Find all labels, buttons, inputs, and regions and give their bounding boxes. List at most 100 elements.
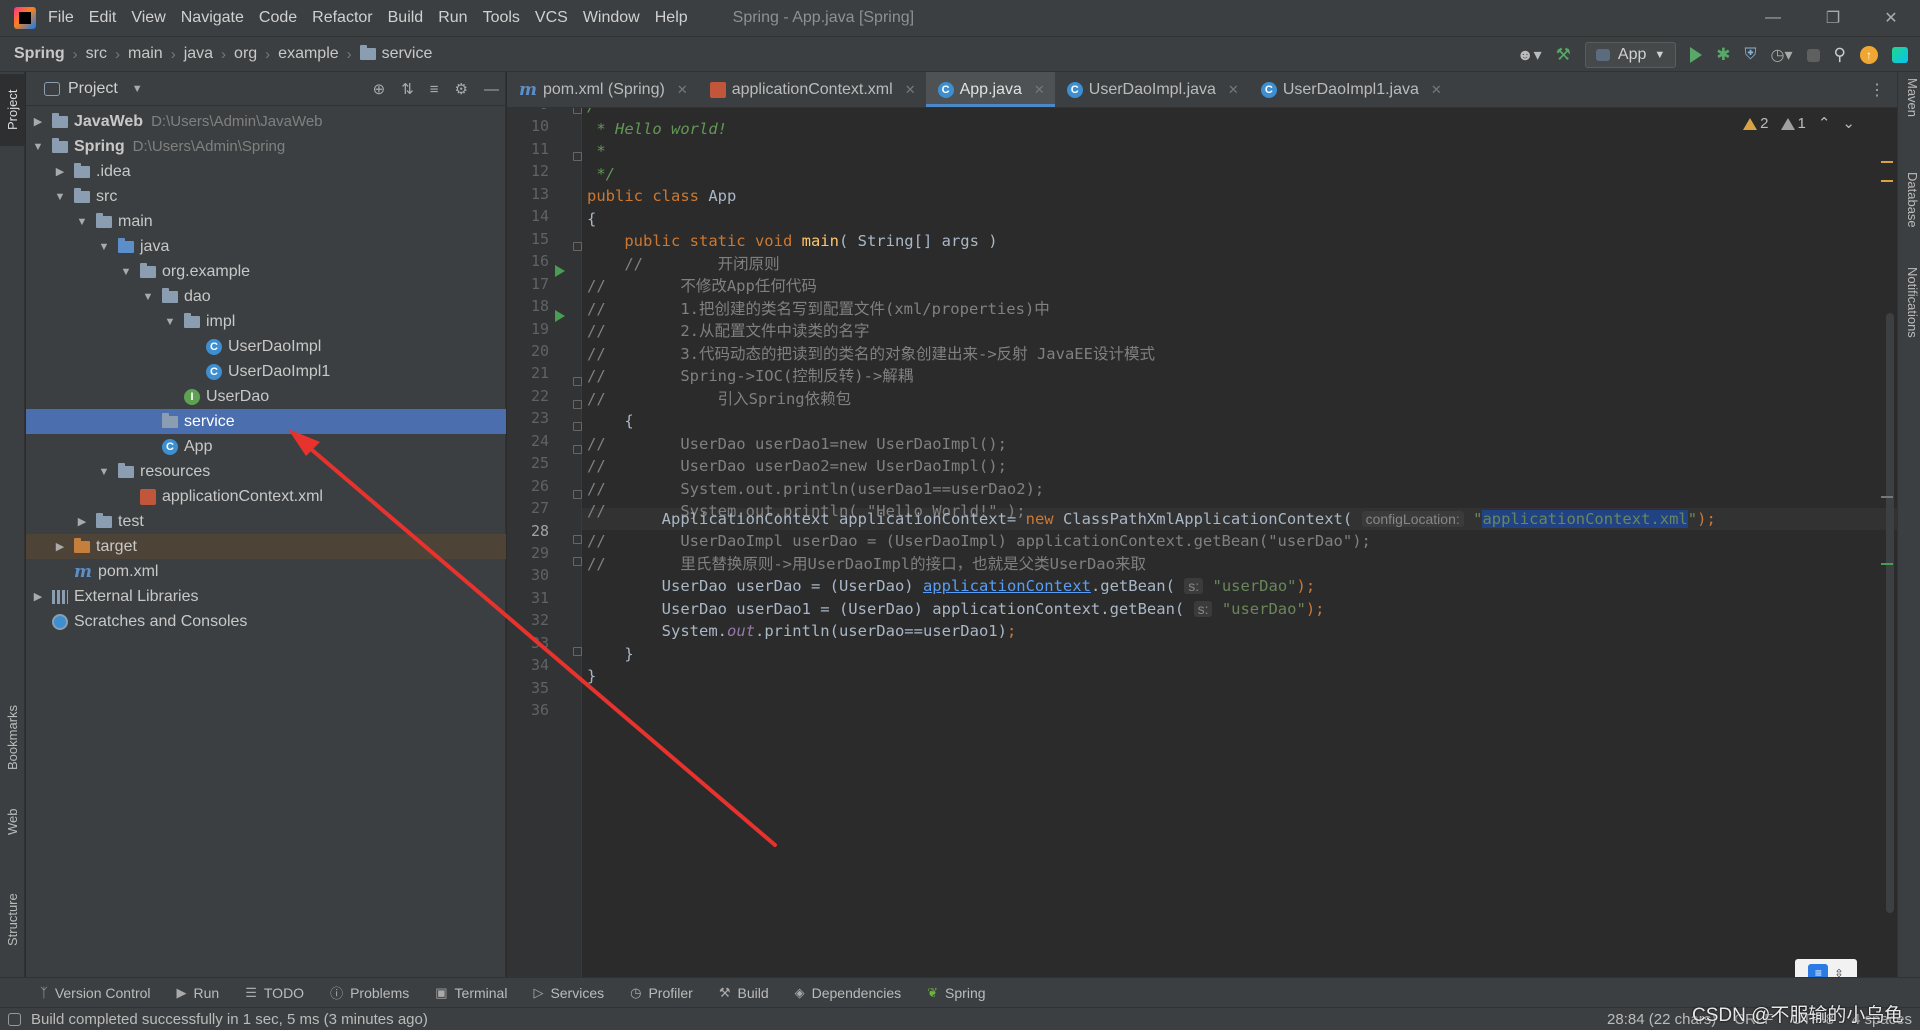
fold-icon[interactable] [573, 242, 582, 251]
maven-tool-tab[interactable]: Maven [1900, 78, 1920, 138]
version-control-tool[interactable]: ᛉ Version Control [40, 985, 151, 1001]
tree-item-applicationcontext-xml[interactable]: applicationContext.xml [26, 484, 506, 509]
menu-window[interactable]: Window [583, 9, 640, 27]
project-panel-title[interactable]: Project [68, 80, 118, 98]
services-tool[interactable]: ▷ Services [533, 985, 604, 1001]
close-tab-icon[interactable]: ✕ [1228, 82, 1239, 98]
tree-item-test[interactable]: ▶ test [26, 509, 506, 534]
menu-file[interactable]: File [48, 9, 74, 27]
minimize-icon[interactable]: — [1744, 0, 1802, 36]
fold-icon[interactable] [573, 445, 582, 454]
breadcrumb-service[interactable]: service [382, 45, 433, 63]
fold-icon[interactable] [573, 152, 582, 161]
warnings-count[interactable]: 2 [1743, 115, 1769, 132]
fold-icon[interactable] [573, 422, 582, 431]
chevron-right-icon[interactable]: ▶ [52, 540, 68, 553]
chevron-down-icon[interactable]: ▼ [52, 191, 68, 203]
hide-panel-icon[interactable]: — [484, 81, 499, 98]
tree-item-app[interactable]: C App [26, 434, 506, 459]
tree-item-pom-xml[interactable]: m pom.xml [26, 559, 506, 584]
chevron-down-icon[interactable]: ▼ [96, 241, 112, 253]
dependencies-tool[interactable]: ◈ Dependencies [795, 985, 902, 1001]
editor-scrollbar[interactable] [1879, 108, 1897, 977]
project-tool-tab[interactable]: Project [0, 74, 25, 146]
build-hammer-icon[interactable]: ⚒ [1556, 45, 1571, 65]
close-tab-icon[interactable]: ✕ [905, 82, 916, 98]
chevron-down-icon[interactable]: ▼ [30, 141, 46, 153]
fold-icon[interactable] [573, 557, 582, 566]
tree-item-java[interactable]: ▼ java [26, 234, 506, 259]
status-toggle-icon[interactable] [8, 1012, 21, 1026]
fold-icon[interactable] [573, 400, 582, 409]
chevron-right-icon[interactable]: ▶ [30, 590, 46, 603]
structure-tool-tab[interactable]: Structure [0, 872, 25, 967]
breadcrumb-java[interactable]: java [184, 45, 213, 63]
breadcrumb-main[interactable]: main [128, 45, 163, 63]
fold-icon[interactable] [573, 535, 582, 544]
tree-item-dao[interactable]: ▼ dao [26, 284, 506, 309]
gear-icon[interactable]: ⚙ [455, 80, 468, 98]
warning-marker[interactable] [1881, 180, 1893, 182]
update-icon[interactable]: ↑ [1860, 46, 1878, 64]
problems-tool[interactable]: ⓘ Problems [330, 983, 409, 1002]
breadcrumb-src[interactable]: src [86, 45, 107, 63]
chevron-down-icon[interactable]: ▼ [140, 291, 156, 303]
fold-icon[interactable] [573, 490, 582, 499]
chevron-right-icon[interactable]: ▶ [30, 115, 46, 128]
tree-item-userdaoimpl1[interactable]: C UserDaoImpl1 [26, 359, 506, 384]
user-icon[interactable]: ☻▾ [1517, 45, 1542, 65]
tree-item-userdaoimpl[interactable]: C UserDaoImpl [26, 334, 506, 359]
run-main-gutter-icon[interactable] [555, 310, 565, 322]
web-tool-tab[interactable]: Web [0, 792, 25, 852]
menu-edit[interactable]: Edit [89, 9, 117, 27]
collapse-all-icon[interactable]: ≡ [430, 81, 439, 98]
debug-icon[interactable]: ✱ [1716, 45, 1730, 65]
menu-vcs[interactable]: VCS [535, 9, 568, 27]
terminal-tool[interactable]: ▣ Terminal [435, 985, 507, 1001]
menu-build[interactable]: Build [388, 9, 424, 27]
close-window-icon[interactable]: ✕ [1862, 0, 1920, 36]
tab-userdaoimpl-java[interactable]: C UserDaoImpl.java ✕ [1055, 72, 1249, 107]
run-icon[interactable] [1690, 47, 1703, 63]
run-tool[interactable]: ▶ Run [177, 985, 220, 1001]
notifications-tool-tab[interactable]: Notifications [1900, 267, 1920, 377]
menu-run[interactable]: Run [438, 9, 467, 27]
restore-icon[interactable]: ❐ [1804, 0, 1862, 36]
weak-warnings-count[interactable]: 1 [1780, 115, 1806, 132]
coverage-icon[interactable]: ⛨ [1745, 46, 1757, 64]
database-tool-tab[interactable]: Database [1900, 172, 1920, 252]
tree-item-service[interactable]: service [26, 409, 506, 434]
tree-item-spring[interactable]: ▼ Spring D:\Users\Admin\Spring [26, 134, 506, 159]
jetbrains-toolbox-icon[interactable] [1892, 47, 1908, 63]
menu-code[interactable]: Code [259, 9, 297, 27]
run-class-gutter-icon[interactable] [555, 265, 565, 277]
menu-tools[interactable]: Tools [483, 9, 520, 27]
expand-all-icon[interactable]: ⇅ [401, 80, 414, 98]
profiler-tool[interactable]: ◷ Profiler [630, 985, 693, 1001]
tree-item-userdao[interactable]: I UserDao [26, 384, 506, 409]
search-icon[interactable]: ⚲ [1834, 45, 1846, 65]
chevron-down-icon[interactable]: ▼ [118, 266, 134, 278]
spring-tool[interactable]: ❦ Spring [927, 985, 985, 1001]
next-highlight-icon[interactable]: ⌄ [1842, 114, 1855, 132]
tab-userdaoimpl1-java[interactable]: C UserDaoImpl1.java ✕ [1249, 72, 1452, 107]
chevron-down-icon[interactable]: ▼ [162, 316, 178, 328]
menu-refactor[interactable]: Refactor [312, 9, 372, 27]
menu-help[interactable]: Help [655, 9, 688, 27]
breadcrumb-spring[interactable]: Spring [14, 45, 65, 63]
chevron-down-icon[interactable]: ▼ [96, 466, 112, 478]
locate-icon[interactable]: ⊕ [373, 80, 386, 98]
menu-navigate[interactable]: Navigate [181, 9, 244, 27]
chevron-right-icon[interactable]: ▶ [52, 165, 68, 178]
bookmarks-tool-tab[interactable]: Bookmarks [0, 692, 25, 782]
tree-item-javaweb[interactable]: ▶ JavaWeb D:\Users\Admin\JavaWeb [26, 109, 506, 134]
run-configuration-select[interactable]: App ▼ [1584, 42, 1677, 68]
inspection-widget[interactable]: 2 1 ⌃ ⌄ [1743, 114, 1855, 132]
code-editor[interactable]: 9101112131415161718192021222324252627282… [507, 108, 1897, 977]
fold-icon[interactable] [573, 108, 582, 114]
tree-item-org-example[interactable]: ▼ org.example [26, 259, 506, 284]
tree-item-resources[interactable]: ▼ resources [26, 459, 506, 484]
warning-marker[interactable] [1881, 161, 1893, 163]
tab-app-java[interactable]: C App.java ✕ [925, 72, 1055, 107]
tree-item-scratches[interactable]: Scratches and Consoles [26, 609, 506, 634]
